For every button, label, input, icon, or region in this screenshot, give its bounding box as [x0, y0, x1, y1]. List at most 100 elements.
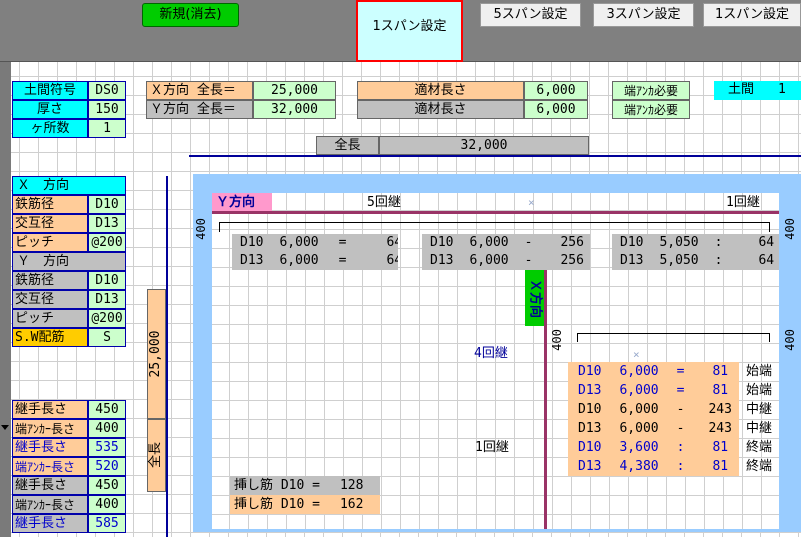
- symbol-value[interactable]: DS0: [88, 81, 126, 100]
- material-length-value-2[interactable]: 6,000: [524, 100, 588, 119]
- y-length-value[interactable]: 32,000: [253, 100, 336, 119]
- table-row: D13 6,000 - 243: [568, 419, 739, 438]
- insert-bar-value: 162: [339, 497, 364, 512]
- y-direction-title: Ｙ方向: [212, 193, 272, 212]
- bar-length: 3,600: [619, 440, 659, 455]
- bar-count: 256: [560, 253, 584, 268]
- span1-button[interactable]: 1スパン設定: [703, 3, 801, 27]
- dropdown-arrow-icon[interactable]: [1, 425, 9, 430]
- bar-length: 6,000: [619, 402, 659, 417]
- span5-button[interactable]: 5スパン設定: [480, 3, 581, 27]
- joint-length-value[interactable]: 450: [88, 476, 126, 495]
- joint-length-value[interactable]: 585: [88, 514, 126, 533]
- bar-length: 5,050: [659, 253, 699, 268]
- bar-length: 6,000: [469, 253, 509, 268]
- y-direction-bar: [212, 211, 779, 214]
- row-position: 中継: [745, 421, 772, 436]
- material-length-value-1[interactable]: 6,000: [524, 81, 588, 100]
- table-row: D10 6,000- 256: [422, 234, 590, 252]
- end-anchor-length-value[interactable]: 400: [88, 495, 126, 514]
- joint-length-value[interactable]: 450: [88, 400, 126, 419]
- end-anchor-length-label: 端ｱﾝｶｰ長さ: [12, 457, 88, 476]
- bar-length: 5,050: [659, 235, 699, 250]
- total-length-label: 全長: [316, 136, 379, 155]
- table-row: D10 6,000 = 64: [232, 234, 398, 252]
- table-row: D10 6,000 - 243: [568, 400, 739, 419]
- table-row: D13 4,380: 81: [568, 457, 739, 476]
- count-label: ヶ所数: [12, 119, 88, 138]
- y-bar-diameter-value[interactable]: D10: [88, 271, 126, 290]
- joint-length-value[interactable]: 535: [88, 438, 126, 457]
- bar-diameter: D13: [430, 253, 454, 268]
- sw-arrangement-value[interactable]: S: [88, 328, 126, 347]
- y-pitch-value[interactable]: @200: [88, 309, 126, 328]
- x-bar-diameter-label: 鉄筋径: [12, 195, 88, 214]
- operator: :: [714, 253, 723, 268]
- y-length-label: Ｙ方向 全長＝: [146, 100, 253, 119]
- dimension-bracket-top: [219, 222, 770, 232]
- row-position: 終端: [745, 440, 772, 455]
- bar-count: 81: [712, 383, 729, 398]
- bar-count: 256: [560, 235, 584, 250]
- table-row: D10 6,000 = 81: [568, 362, 739, 381]
- y-bar-diameter-label: 鉄筋径: [12, 271, 88, 290]
- insert-bar-label: 挿し筋 D10 =: [234, 478, 320, 493]
- span3-button[interactable]: 3スパン設定: [593, 3, 694, 27]
- total-length-value: 32,000: [379, 136, 589, 155]
- thickness-label: 厚さ: [12, 100, 88, 119]
- y-alt-diameter-value[interactable]: D13: [88, 290, 126, 309]
- insert-bar-row-1: 挿し筋 D10 = 128: [230, 476, 380, 495]
- x-alt-diameter-value[interactable]: D13: [88, 214, 126, 233]
- end-anchor-length-value[interactable]: 400: [88, 419, 126, 438]
- new-clear-button[interactable]: 新規(消去): [142, 3, 239, 27]
- bar-diameter: D13: [620, 253, 644, 268]
- blue-divider: [189, 155, 801, 157]
- operator: :: [714, 235, 723, 250]
- dim-400-mid-right: 400: [783, 329, 797, 351]
- table-row: D13 6,000 = 81: [568, 381, 739, 400]
- joint-table: 継手長さ 450 端ｱﾝｶｰ長さ 400 継手長さ 535 端ｱﾝｶｰ長さ 52…: [12, 400, 126, 537]
- x-pitch-value[interactable]: @200: [88, 233, 126, 252]
- x-alt-diameter-label: 交互径: [12, 214, 88, 233]
- row-gutter: [0, 62, 11, 537]
- doma-indicator: 土間 1: [714, 81, 801, 100]
- count-value[interactable]: 1: [88, 119, 126, 138]
- row-position: 始端: [745, 383, 772, 398]
- total-side-text: 全長: [148, 442, 163, 469]
- anchor-required-2: 端ｱﾝｶ必要: [612, 100, 690, 119]
- bar-diameter: D10: [240, 235, 264, 250]
- bar-diameter: D10: [430, 235, 454, 250]
- joints-1-mid-label: 1回継: [475, 440, 509, 455]
- joints-1-top-label: 1回継: [726, 195, 760, 210]
- x-length-value[interactable]: 25,000: [253, 81, 336, 100]
- bar-length: 4,380: [619, 459, 659, 474]
- x-bar-diameter-value[interactable]: D10: [88, 195, 126, 214]
- table-row: D13 6,000- 256: [422, 252, 590, 270]
- bar-count: 81: [712, 459, 729, 474]
- joints-4-label: 4回継: [474, 346, 508, 361]
- anchor-required-1: 端ｱﾝｶ必要: [612, 81, 690, 100]
- y-direction-header: Ｙ 方向: [12, 252, 126, 271]
- x-pitch-label: ピッチ: [12, 233, 88, 252]
- symbol-label: 土間符号: [12, 81, 88, 100]
- joint-length-label: 継手長さ: [12, 400, 88, 419]
- material-length-label-2: 適材長さ: [357, 100, 524, 119]
- dimension-bracket-mid: [577, 333, 770, 342]
- x-direction-header: Ｘ 方向: [12, 176, 126, 195]
- thickness-value[interactable]: 150: [88, 100, 126, 119]
- doma-label: 土間: [728, 82, 755, 97]
- span1-active-button[interactable]: 1スパン設定: [356, 0, 463, 62]
- joint-length-label: 継手長さ: [12, 514, 88, 533]
- material-length-label-1: 適材長さ: [357, 81, 524, 100]
- bar-count: 64: [758, 253, 775, 268]
- operator: -: [676, 402, 685, 417]
- insert-bar-label: 挿し筋 D10 =: [234, 497, 320, 512]
- blue-vertical-line: [166, 176, 168, 537]
- row-position: 始端: [745, 364, 772, 379]
- end-anchor-length-value[interactable]: 520: [88, 457, 126, 476]
- bar-diameter: D13: [578, 421, 602, 436]
- bar-length: 6,000: [619, 364, 659, 379]
- bar-count: 64: [386, 253, 398, 268]
- doma-value: 1: [778, 82, 786, 97]
- y-rebar-block-mid: D10 6,000- 256 D13 6,000- 256: [422, 234, 590, 270]
